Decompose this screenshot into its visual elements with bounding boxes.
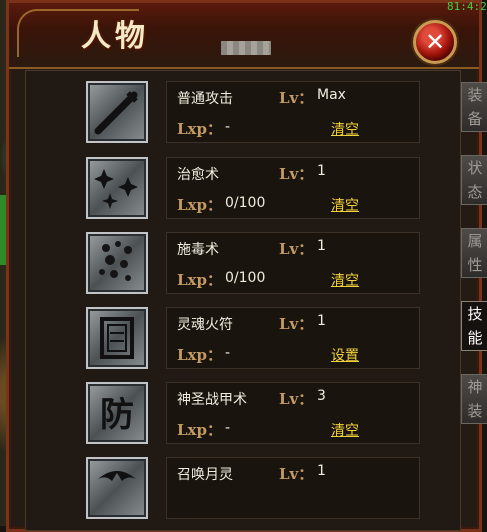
defense-icon-glyph: 防 bbox=[100, 395, 134, 435]
lxp-label: Lxp： bbox=[177, 421, 222, 439]
skill-exp: 0/100 bbox=[225, 195, 266, 211]
skill-name: 神圣战甲术 bbox=[177, 392, 247, 408]
skill-exp: 0/100 bbox=[225, 270, 266, 286]
skill-name: 普通攻击 bbox=[177, 91, 233, 107]
clear-button[interactable]: 清空 bbox=[331, 270, 359, 290]
lxp-label: Lxp： bbox=[177, 271, 222, 289]
skill-info-panel: 灵魂火符 Lv： 1 Lxp： - 设置 bbox=[166, 307, 420, 369]
clear-button[interactable]: 清空 bbox=[331, 195, 359, 215]
skill-row: 普通攻击 Lv： Max Lxp： - 清空 bbox=[26, 81, 426, 147]
tab-divine-equipment[interactable]: 神装 bbox=[461, 374, 487, 424]
skill-level: Max bbox=[317, 87, 346, 103]
skill-level: 1 bbox=[317, 238, 326, 254]
setup-button[interactable]: 设置 bbox=[331, 345, 359, 365]
skill-list[interactable]: 普通攻击 Lv： Max Lxp： - 清空 治愈术 Lv： 1 Lxp： 0/… bbox=[25, 70, 461, 531]
skill-info-panel: 召唤月灵 Lv： 1 bbox=[166, 457, 420, 519]
skill-info-panel: 神圣战甲术 Lv： 3 Lxp： - 清空 bbox=[166, 382, 420, 444]
skill-level: 1 bbox=[317, 163, 326, 179]
lxp-label: Lxp： bbox=[177, 346, 222, 364]
skill-row: 防 神圣战甲术 Lv： 3 Lxp： - 清空 bbox=[26, 382, 426, 448]
tab-equipment[interactable]: 装备 bbox=[461, 82, 487, 132]
tab-status[interactable]: 状态 bbox=[461, 155, 487, 205]
tab-skills[interactable]: 技能 bbox=[461, 301, 487, 351]
skill-exp: - bbox=[225, 345, 231, 361]
skill-row: 召唤月灵 Lv： 1 bbox=[26, 457, 426, 523]
lv-label: Lv： bbox=[279, 89, 314, 107]
talisman-icon[interactable] bbox=[86, 307, 148, 369]
skill-row: 灵魂火符 Lv： 1 Lxp： - 设置 bbox=[26, 307, 426, 373]
lxp-label: Lxp： bbox=[177, 196, 222, 214]
character-window: 人物 ✕ 普通攻击 Lv： Max Lxp： - 清空 治愈术 Lv： 1 Lx… bbox=[6, 0, 482, 532]
clear-button[interactable]: 清空 bbox=[331, 119, 359, 139]
sword-icon[interactable] bbox=[86, 81, 148, 143]
lv-label: Lv： bbox=[279, 240, 314, 258]
poison-icon[interactable] bbox=[86, 232, 148, 294]
lv-label: Lv： bbox=[279, 390, 314, 408]
window-title: 人物 bbox=[81, 19, 149, 54]
skill-name: 灵魂火符 bbox=[177, 317, 233, 333]
skill-level: 3 bbox=[317, 388, 326, 404]
skill-info-panel: 普通攻击 Lv： Max Lxp： - 清空 bbox=[166, 81, 420, 143]
skill-exp: - bbox=[225, 119, 231, 135]
tab-attributes[interactable]: 属性 bbox=[461, 228, 487, 278]
player-name-redacted bbox=[221, 41, 271, 55]
skill-level: 1 bbox=[317, 463, 326, 479]
skill-info-panel: 治愈术 Lv： 1 Lxp： 0/100 清空 bbox=[166, 157, 420, 219]
skill-name: 施毒术 bbox=[177, 242, 219, 258]
skill-info-panel: 施毒术 Lv： 1 Lxp： 0/100 清空 bbox=[166, 232, 420, 294]
skill-row: 治愈术 Lv： 1 Lxp： 0/100 清空 bbox=[26, 157, 426, 223]
clock-readout: 81:4:24 bbox=[447, 0, 487, 13]
skill-name: 治愈术 bbox=[177, 167, 219, 183]
summon-icon[interactable] bbox=[86, 457, 148, 519]
close-icon: ✕ bbox=[424, 28, 446, 56]
close-button[interactable]: ✕ bbox=[413, 20, 457, 64]
lv-label: Lv： bbox=[279, 465, 314, 483]
skill-row: 施毒术 Lv： 1 Lxp： 0/100 清空 bbox=[26, 232, 426, 298]
clear-button[interactable]: 清空 bbox=[331, 420, 359, 440]
sparkle-icon[interactable] bbox=[86, 157, 148, 219]
window-header: 人物 ✕ bbox=[9, 3, 479, 69]
defense-icon[interactable]: 防 bbox=[86, 382, 148, 444]
lxp-label: Lxp： bbox=[177, 120, 222, 138]
lv-label: Lv： bbox=[279, 165, 314, 183]
skill-level: 1 bbox=[317, 313, 326, 329]
skill-name: 召唤月灵 bbox=[177, 467, 233, 483]
lv-label: Lv： bbox=[279, 315, 314, 333]
skill-exp: - bbox=[225, 420, 231, 436]
